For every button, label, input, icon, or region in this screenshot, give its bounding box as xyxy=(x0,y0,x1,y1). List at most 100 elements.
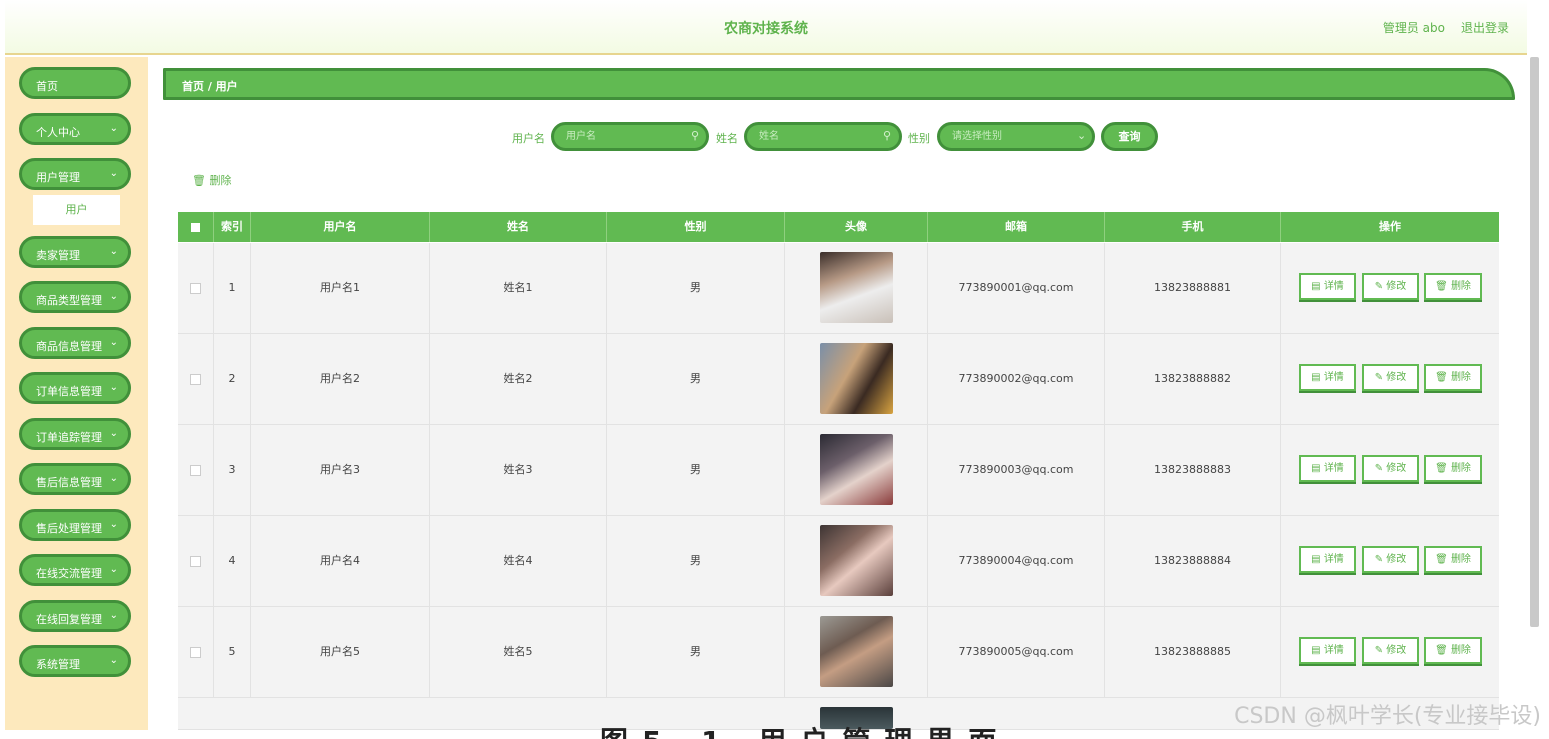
delete-button[interactable]: 🗑 删除 xyxy=(1424,364,1482,391)
column-header-name: 姓名 xyxy=(430,212,607,242)
sidebar-item-orders[interactable]: 订单信息管理 ⌄ xyxy=(19,372,131,404)
delete-button-label: 删除 xyxy=(1450,645,1471,656)
sidebar-item-label: 商品信息管理 xyxy=(36,340,102,353)
pencil-icon: ✎ xyxy=(1374,463,1387,474)
cell-index: 1 xyxy=(214,243,251,333)
sidebar-item-system[interactable]: 系统管理 ⌄ xyxy=(19,645,131,677)
table-header: 索引 用户名 姓名 性别 头像 邮箱 手机 操作 xyxy=(178,212,1499,242)
detail-button-label: 详情 xyxy=(1323,372,1344,383)
figure-caption: 图5-1 用户管理界面 xyxy=(600,720,1010,739)
sidebar-item-label: 商品类型管理 xyxy=(36,294,102,307)
pencil-icon: ✎ xyxy=(1374,372,1387,383)
sidebar-item-label: 个人中心 xyxy=(36,126,80,139)
trash-icon: 🗑 xyxy=(1435,281,1451,292)
username-label: 用户名 xyxy=(512,132,545,145)
cell-name: 姓名5 xyxy=(430,607,607,697)
cell-username: 用户名2 xyxy=(251,334,430,424)
cell-gender: 男 xyxy=(607,425,785,515)
delete-button[interactable]: 🗑 删除 xyxy=(1424,637,1482,664)
edit-button[interactable]: ✎ 修改 xyxy=(1362,637,1419,664)
app-title: 农商对接系统 xyxy=(724,21,808,37)
sidebar-item-label: 系统管理 xyxy=(36,658,80,671)
gender-select[interactable] xyxy=(937,122,1095,151)
sidebar-item-sellers[interactable]: 卖家管理 ⌄ xyxy=(19,236,131,268)
sidebar-item-label: 售后信息管理 xyxy=(36,476,102,489)
table-row: 2 用户名2 姓名2 男 773890002@qq.com 1382388888… xyxy=(178,334,1499,425)
username-search-input[interactable] xyxy=(551,122,709,151)
column-header-phone: 手机 xyxy=(1105,212,1281,242)
detail-button[interactable]: ▤ 详情 xyxy=(1299,546,1356,573)
table-row: 1 用户名1 姓名1 男 773890001@qq.com 1382388888… xyxy=(178,243,1499,334)
document-icon: ▤ xyxy=(1311,645,1324,656)
delete-button-label: 删除 xyxy=(1450,463,1471,474)
pencil-icon: ✎ xyxy=(1374,645,1387,656)
edit-button[interactable]: ✎ 修改 xyxy=(1362,273,1419,300)
cell-username: 用户名4 xyxy=(251,516,430,606)
detail-button[interactable]: ▤ 详情 xyxy=(1299,455,1356,482)
edit-button-label: 修改 xyxy=(1386,645,1407,656)
detail-button-label: 详情 xyxy=(1323,554,1344,565)
sidebar-item-profile[interactable]: 个人中心 ⌄ xyxy=(19,113,131,145)
name-search-input[interactable] xyxy=(744,122,902,151)
sidebar-item-after-sales-handling[interactable]: 售后处理管理 ⌄ xyxy=(19,509,131,541)
logout-link[interactable]: 退出登录 xyxy=(1461,19,1509,36)
checkbox-cell xyxy=(178,243,214,333)
detail-button[interactable]: ▤ 详情 xyxy=(1299,273,1356,300)
trash-icon: 🗑 xyxy=(1435,463,1451,474)
select-all-checkbox[interactable] xyxy=(191,223,200,232)
chevron-down-icon: ⌄ xyxy=(109,655,118,666)
table-row: 4 用户名4 姓名4 男 773890004@qq.com 1382388888… xyxy=(178,516,1499,607)
search-icon: ⚲ xyxy=(691,129,700,142)
cell-gender: 男 xyxy=(607,607,785,697)
chevron-down-icon: ⌄ xyxy=(109,246,118,257)
cell-email: 773890003@qq.com xyxy=(928,425,1105,515)
cell-name: 姓名2 xyxy=(430,334,607,424)
table-row: 3 用户名3 姓名3 男 773890003@qq.com 1382388888… xyxy=(178,425,1499,516)
page-scrollbar[interactable] xyxy=(1530,57,1539,627)
detail-button[interactable]: ▤ 详情 xyxy=(1299,364,1356,391)
breadcrumb-text[interactable]: 首页 / 用户 xyxy=(182,78,238,94)
sidebar-item-label: 用户管理 xyxy=(36,171,80,184)
search-icon: ⚲ xyxy=(883,129,892,142)
sidebar-item-label: 在线回复管理 xyxy=(36,613,102,626)
checkbox-cell xyxy=(178,516,214,606)
chevron-down-icon: ⌄ xyxy=(109,168,118,179)
sidebar-item-product-info[interactable]: 商品信息管理 ⌄ xyxy=(19,327,131,359)
gender-label: 性别 xyxy=(908,132,930,145)
chevron-down-icon: ⌄ xyxy=(109,123,118,134)
cell-email: 773890005@qq.com xyxy=(928,607,1105,697)
delete-button[interactable]: 🗑 删除 xyxy=(1424,455,1482,482)
sidebar-item-label: 在线交流管理 xyxy=(36,567,102,580)
cell-index: 2 xyxy=(214,334,251,424)
cell-gender: 男 xyxy=(607,334,785,424)
sidebar-item-product-types[interactable]: 商品类型管理 ⌄ xyxy=(19,281,131,313)
edit-button-label: 修改 xyxy=(1386,281,1407,292)
cell-phone: 13823888883 xyxy=(1105,425,1281,515)
sidebar-item-home[interactable]: 首页 xyxy=(19,67,131,99)
column-header-username: 用户名 xyxy=(251,212,430,242)
trash-icon: 🗑 xyxy=(1435,372,1451,383)
edit-button[interactable]: ✎ 修改 xyxy=(1362,455,1419,482)
avatar xyxy=(820,343,893,414)
table-row: 5 用户名5 姓名5 男 773890005@qq.com 1382388888… xyxy=(178,607,1499,698)
query-button[interactable]: 查询 xyxy=(1101,122,1158,151)
sidebar-item-after-sales-info[interactable]: 售后信息管理 ⌄ xyxy=(19,463,131,495)
cell-phone: 13823888881 xyxy=(1105,243,1281,333)
chevron-down-icon: ⌄ xyxy=(109,428,118,439)
bulk-delete-button[interactable]: 🗑 删除 xyxy=(192,172,231,188)
edit-button[interactable]: ✎ 修改 xyxy=(1362,546,1419,573)
sidebar-item-users[interactable]: 用户管理 ⌄ xyxy=(19,158,131,190)
edit-button[interactable]: ✎ 修改 xyxy=(1362,364,1419,391)
delete-button[interactable]: 🗑 删除 xyxy=(1424,546,1482,573)
sidebar-item-order-tracking[interactable]: 订单追踪管理 ⌄ xyxy=(19,418,131,450)
delete-button[interactable]: 🗑 删除 xyxy=(1424,273,1482,300)
sidebar-item-label: 首页 xyxy=(36,80,58,93)
cell-username: 用户名3 xyxy=(251,425,430,515)
sidebar-item-online-chat[interactable]: 在线交流管理 ⌄ xyxy=(19,554,131,586)
cell-email: 773890002@qq.com xyxy=(928,334,1105,424)
sidebar-subitem-user[interactable]: 用户 xyxy=(33,195,120,225)
cell-phone: 13823888885 xyxy=(1105,607,1281,697)
sidebar-item-online-reply[interactable]: 在线回复管理 ⌄ xyxy=(19,600,131,632)
detail-button[interactable]: ▤ 详情 xyxy=(1299,637,1356,664)
column-header-gender: 性别 xyxy=(607,212,785,242)
